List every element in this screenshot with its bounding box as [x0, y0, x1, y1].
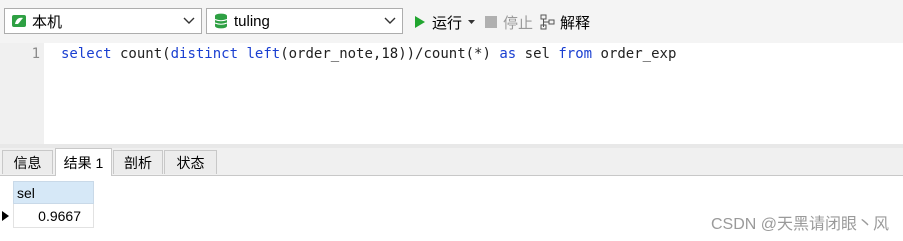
tab-info[interactable]: 信息: [2, 150, 53, 174]
toolbar: 本机 tuling 运行 停止 解释: [0, 0, 903, 43]
explain-label: 解释: [560, 14, 591, 32]
table-cell[interactable]: 0.9667: [13, 204, 94, 228]
result-tabs: 信息 结果 1 剖析 状态: [0, 148, 903, 176]
code-text: (order_note,: [280, 46, 382, 62]
sql-editor[interactable]: 1 select count(distinct left(order_note,…: [0, 43, 903, 144]
stop-button[interactable]: 停止: [483, 12, 533, 32]
database-value: tuling: [234, 12, 270, 30]
keyword: from: [558, 46, 593, 62]
explain-icon: [540, 14, 556, 30]
run-button[interactable]: 运行: [412, 12, 476, 32]
code-text: sel: [516, 46, 559, 62]
run-label: 运行: [432, 14, 463, 32]
connection-value: 本机: [32, 13, 63, 31]
database-select[interactable]: tuling: [206, 8, 403, 34]
chevron-down-icon: [382, 13, 398, 29]
chevron-down-icon: [181, 13, 197, 29]
caret-down-icon[interactable]: [468, 20, 476, 24]
tab-profile[interactable]: 剖析: [113, 150, 163, 174]
code-text: order_exp: [592, 46, 677, 62]
keyword: as: [499, 46, 517, 62]
connection-select[interactable]: 本机: [4, 8, 202, 34]
tab-result-1[interactable]: 结果 1: [55, 148, 112, 176]
code-text: ))/count(*): [398, 46, 500, 62]
play-icon: [412, 14, 428, 30]
code-text: count(: [111, 46, 171, 62]
column-header-sel[interactable]: sel: [13, 181, 94, 204]
line-number-gutter: 1: [0, 43, 44, 144]
keyword: distinct: [170, 46, 239, 62]
tab-status[interactable]: 状态: [164, 150, 217, 174]
keyword: left: [246, 46, 281, 62]
stop-label: 停止: [503, 14, 534, 32]
keyword: select: [61, 46, 112, 62]
database-icon: [212, 12, 230, 30]
mysql-connection-icon: [10, 12, 28, 30]
watermark: CSDN @天黑请闭眼丶风: [710, 216, 889, 233]
explain-button[interactable]: 解释: [540, 12, 590, 32]
sql-code-line[interactable]: select count(distinct left(order_note,18…: [61, 46, 676, 62]
current-row-indicator-icon: [2, 210, 12, 222]
number-literal: 18: [381, 46, 399, 62]
grid-corner: [0, 181, 13, 204]
line-number: 1: [31, 46, 40, 62]
stop-icon: [483, 14, 499, 30]
